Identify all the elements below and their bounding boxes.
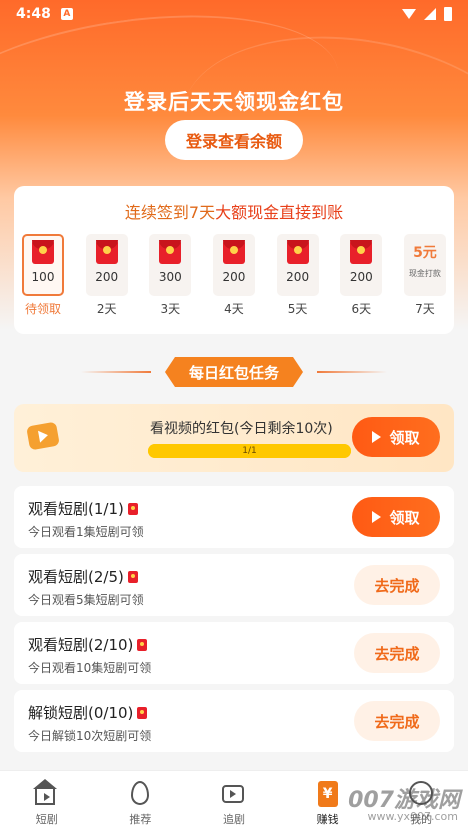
signin-day-2[interactable]: 200 2天 [85,234,128,317]
day-box: 200 [212,234,255,296]
signin-day-7[interactable]: 5元 现金打款 7天 [403,234,446,317]
signin-card: 连续签到7天大额现金直接到账 100 待领取 200 2天 300 3天 200… [14,186,454,334]
day-cash: 5元 [413,245,437,261]
home-play-icon [32,779,59,805]
tab-label: 赚钱 [316,813,339,826]
day-label: 4天 [224,302,244,316]
task-name-text: 观看短剧(2/5) [28,568,124,586]
day-amount: 200 [222,270,246,284]
day-box: 200 [340,234,383,296]
video-task-title: 看视频的红包(今日剩余10次) [150,421,333,437]
day-box: 5元 现金打款 [403,234,446,296]
task-name-text: 观看短剧(1/1) [28,500,124,518]
day-label: 6天 [351,302,372,316]
red-envelope-icon [137,706,148,719]
status-bar: 4:48 A [0,0,468,28]
video-task-progress: 1/1 [148,444,351,458]
red-envelope-icon [95,240,118,264]
login-button[interactable]: 登录查看余额 [165,120,303,160]
task-section-header: 每日红包任务 [0,354,468,390]
task-name-text: 解锁短剧(0/10) [28,704,134,722]
task-row: 观看短剧(1/1) 今日观看1集短剧可领 领取 [14,486,454,548]
day-label: 3天 [160,302,181,316]
wifi-icon [402,9,416,19]
red-envelope-icon [127,570,138,583]
red-envelope-icon [350,240,373,264]
red-envelope-icon [32,240,54,264]
day-box: 100 [22,234,64,296]
signin-days: 100 待领取 200 2天 300 3天 200 4天 200 5天 200 … [22,234,446,317]
signin-title-highlight: 大额现金直接到账 [215,203,344,222]
divider [317,371,387,373]
play-icon [372,431,382,443]
task-go-button[interactable]: 去完成 [354,701,440,741]
task-section-title: 每日红包任务 [165,357,303,387]
task-name-text: 观看短剧(2/10) [28,636,134,654]
task-go-button[interactable]: 去完成 [354,565,440,605]
task-name: 观看短剧(1/1) [28,498,138,519]
tv-play-icon [26,421,60,451]
battery-icon [444,7,452,21]
signin-day-4[interactable]: 200 4天 [212,234,255,317]
tab-recommend[interactable]: 推荐 [94,771,188,832]
money-icon: ¥ [316,781,340,807]
task-row: 观看短剧(2/10) 今日观看10集短剧可领 去完成 [14,622,454,684]
task-name: 观看短剧(2/10) [28,634,148,655]
task-desc: 今日观看1集短剧可领 [28,525,144,539]
task-row: 解锁短剧(0/10) 今日解锁10次短剧可领 去完成 [14,690,454,752]
progress-text: 1/1 [242,446,257,456]
status-time: 4:48 [16,6,51,22]
tab-short-drama[interactable]: 短剧 [0,771,94,832]
day-label: 7天 [415,302,435,316]
task-go-button[interactable]: 去完成 [354,633,440,673]
day-label: 2天 [96,302,117,316]
claim-label: 领取 [389,428,420,447]
day-label: 5天 [287,302,308,316]
day-amount: 200 [286,270,310,284]
task-row: 观看短剧(2/5) 今日观看5集短剧可领 去完成 [14,554,454,616]
divider [80,371,151,373]
tv-icon [221,781,246,805]
task-name: 观看短剧(2/5) [28,566,138,587]
signin-title: 连续签到7天大额现金直接到账 [14,199,454,223]
red-envelope-icon [286,240,309,264]
notification-icon: A [60,8,73,20]
tab-label: 追剧 [222,813,245,826]
day-amount: 200 [95,270,119,284]
day-label: 待领取 [24,302,61,316]
signin-day-5[interactable]: 200 5天 [276,234,319,317]
red-envelope-icon [159,240,182,264]
day-box: 200 [276,234,319,296]
day-box: 200 [85,234,128,296]
tab-label: 短剧 [35,813,58,826]
task-desc: 今日观看10集短剧可领 [28,661,152,675]
video-task-card: 看视频的红包(今日剩余10次) 1/1 领取 [14,404,454,472]
task-desc: 今日解锁10次短剧可领 [28,729,152,743]
tab-label: 推荐 [129,813,152,826]
red-envelope-icon [137,638,148,651]
signin-day-6[interactable]: 200 6天 [340,234,383,317]
signal-icon [424,8,436,20]
signin-day-3[interactable]: 300 3天 [149,234,192,317]
fire-icon [128,781,152,805]
day-amount: 200 [349,270,373,284]
play-icon [372,511,382,523]
day-amount: 100 [31,270,55,284]
task-claim-button[interactable]: 领取 [352,497,440,537]
signin-title-prefix: 连续签到7天 [124,203,216,222]
day-amount: 300 [158,270,182,284]
task-desc: 今日观看5集短剧可领 [28,593,144,607]
watermark-url: www.yx007.com [367,810,458,823]
hero-title: 登录后天天领现金红包 [124,90,344,114]
day-cash-sub: 现金打款 [408,269,441,278]
red-envelope-icon [222,240,245,264]
day-box: 300 [149,234,192,296]
video-claim-button[interactable]: 领取 [352,417,440,457]
tab-follow[interactable]: 追剧 [187,771,281,832]
claim-label: 领取 [389,508,420,527]
task-name: 解锁短剧(0/10) [28,702,148,723]
red-envelope-icon [127,502,138,515]
signin-day-1[interactable]: 100 待领取 [22,234,64,317]
